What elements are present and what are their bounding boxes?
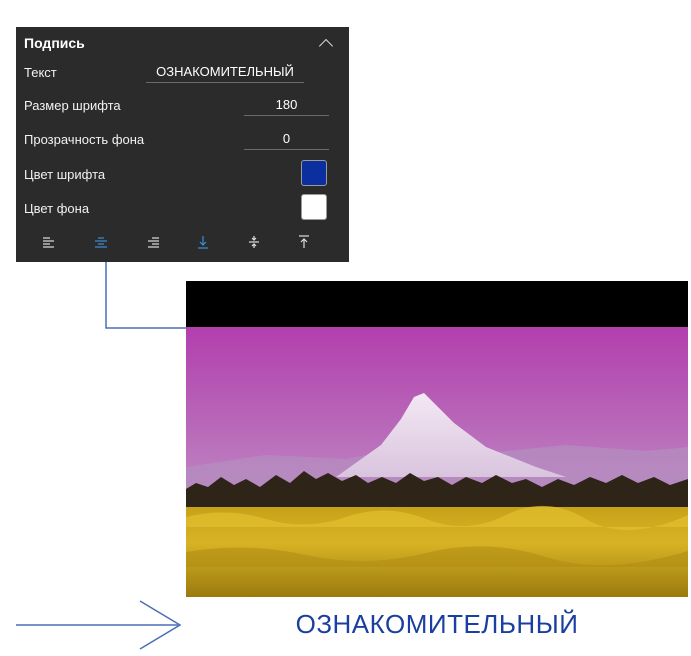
caption-band: ОЗНАКОМИТЕЛЬНЫЙ	[186, 597, 688, 652]
align-right-icon	[148, 237, 159, 248]
bg-color-row: Цвет фона	[16, 194, 349, 225]
letterbox-bar	[186, 281, 688, 327]
panel-to-preview-connector	[105, 262, 186, 329]
caption-pointer-arrow	[16, 600, 182, 650]
font-color-swatch[interactable]	[301, 160, 327, 186]
bg-opacity-row: Прозрачность фона 0	[16, 126, 349, 156]
bg-color-swatch[interactable]	[301, 194, 327, 220]
align-top-icon	[299, 235, 309, 248]
caption-settings-panel: Подпись Текст ОЗНАКОМИТЕЛЬНЫЙ Размер шри…	[16, 27, 349, 262]
align-left-button[interactable]	[38, 231, 60, 253]
align-middle-icon	[249, 236, 259, 248]
panel-header[interactable]: Подпись	[16, 27, 349, 59]
align-center-button[interactable]	[90, 231, 112, 253]
panel-title: Подпись	[24, 35, 85, 51]
chevron-up-icon[interactable]	[318, 38, 334, 54]
font-color-label: Цвет шрифта	[24, 167, 106, 182]
landscape-photo	[186, 327, 688, 597]
text-label: Текст	[24, 65, 57, 80]
bg-opacity-label: Прозрачность фона	[24, 132, 145, 147]
alignment-toolbar	[16, 231, 349, 255]
caption-text: ОЗНАКОМИТЕЛЬНЫЙ	[295, 609, 579, 639]
align-center-icon	[95, 237, 107, 248]
align-right-button[interactable]	[142, 231, 164, 253]
align-top-button[interactable]	[293, 231, 315, 253]
bg-opacity-input[interactable]: 0	[244, 128, 329, 150]
text-row: Текст ОЗНАКОМИТЕЛЬНЫЙ	[16, 59, 349, 89]
align-bottom-button[interactable]	[192, 231, 214, 253]
font-size-row: Размер шрифта 180	[16, 92, 349, 122]
font-size-input[interactable]: 180	[244, 94, 329, 116]
align-middle-button[interactable]	[243, 231, 265, 253]
align-bottom-icon	[198, 236, 208, 249]
bg-color-label: Цвет фона	[24, 201, 90, 216]
image-preview: ОЗНАКОМИТЕЛЬНЫЙ	[186, 281, 688, 652]
align-left-icon	[43, 237, 54, 248]
font-color-row: Цвет шрифта	[16, 160, 349, 191]
caption-text-input[interactable]: ОЗНАКОМИТЕЛЬНЫЙ	[146, 61, 304, 83]
font-size-label: Размер шрифта	[24, 98, 121, 113]
